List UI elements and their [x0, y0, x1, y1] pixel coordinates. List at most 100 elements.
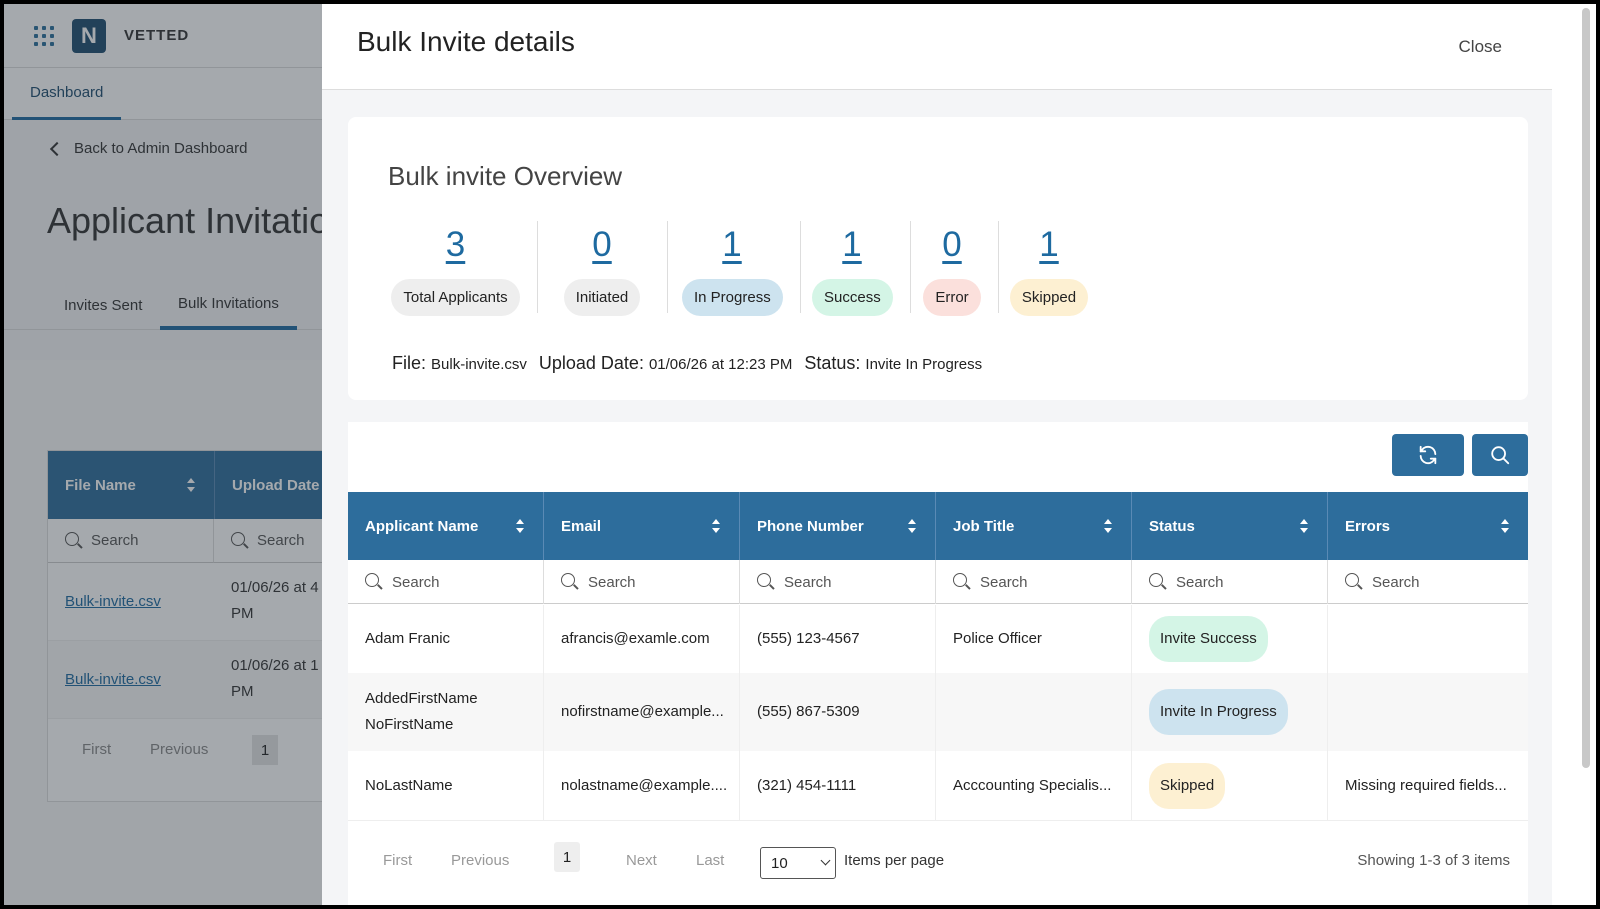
items-per-page-label: Items per page — [844, 852, 945, 869]
column-header-status[interactable]: Status — [1132, 492, 1328, 560]
search-icon — [561, 573, 579, 591]
cell-applicant-name: NoLastName — [348, 751, 544, 820]
stat-total-applicants: 3 Total Applicants — [388, 221, 523, 316]
drawer-title: Bulk Invite details — [357, 26, 575, 57]
stat-skipped: 1 Skipped — [1008, 221, 1090, 316]
search-icon — [953, 573, 971, 591]
stat-label: Success — [812, 279, 893, 316]
cell-applicant-name: AddedFirstName NoFirstName — [348, 673, 544, 751]
stat-value[interactable]: 0 — [558, 221, 646, 273]
search-input[interactable] — [980, 573, 1100, 591]
pager-first[interactable]: First — [383, 852, 412, 869]
pager-next[interactable]: Next — [626, 852, 657, 869]
status-badge: Invite In Progress — [1149, 689, 1288, 735]
stat-label: In Progress — [682, 279, 783, 316]
cell-errors — [1328, 673, 1528, 751]
column-header-email[interactable]: Email — [544, 492, 740, 560]
column-header-label: Phone Number — [757, 517, 864, 535]
stat-value[interactable]: 1 — [682, 221, 782, 273]
cell-phone: (555) 123-4567 — [740, 605, 936, 673]
stat-label: Skipped — [1009, 279, 1089, 316]
stat-value[interactable]: 0 — [922, 221, 982, 273]
cell-email: nolastname@example.... — [544, 751, 740, 820]
pager-current-page[interactable]: 1 — [554, 842, 580, 872]
stat-label: Error — [923, 279, 981, 316]
column-header-job-title[interactable]: Job Title — [936, 492, 1132, 560]
upload-date-label: Upload Date: — [538, 353, 644, 373]
sort-icon[interactable] — [515, 519, 525, 533]
items-per-page-value: 10 — [771, 854, 788, 872]
cell-phone: (321) 454-1111 — [740, 751, 936, 820]
cell-errors: Missing required fields... — [1345, 776, 1507, 794]
status-label: Status: — [804, 353, 861, 373]
stat-value[interactable]: 3 — [388, 221, 523, 273]
sort-icon[interactable] — [907, 519, 917, 533]
overview-title: Bulk invite Overview — [388, 161, 623, 191]
search-input[interactable] — [588, 573, 708, 591]
divider — [667, 221, 668, 313]
search-icon — [1345, 573, 1363, 591]
cell-email: afrancis@examle.com — [544, 605, 740, 673]
items-per-page-select[interactable]: 10 — [760, 847, 836, 879]
status-badge: Skipped — [1149, 762, 1226, 809]
pager-last[interactable]: Last — [696, 852, 724, 869]
refresh-icon — [1419, 445, 1437, 465]
search-input[interactable] — [1176, 573, 1296, 591]
search-toggle-button[interactable] — [1472, 434, 1528, 476]
divider — [800, 221, 801, 313]
search-icon — [365, 573, 383, 591]
stat-value[interactable]: 1 — [812, 221, 892, 273]
table-row: AddedFirstName NoFirstName nofirstname@e… — [348, 673, 1528, 751]
search-input[interactable] — [1372, 573, 1492, 591]
column-header-phone-number[interactable]: Phone Number — [740, 492, 936, 560]
table-header: Applicant Name Email Phone Number Job Ti… — [348, 492, 1528, 560]
cell-status: Skipped — [1132, 751, 1328, 820]
search-applicant-name — [348, 560, 544, 604]
screen: N VETTED Dashboard Back to Admin Dashboa… — [4, 4, 1596, 905]
divider — [998, 221, 999, 313]
divider — [537, 221, 538, 313]
status-value: Invite In Progress — [865, 356, 983, 373]
search-icon — [1149, 573, 1167, 591]
drawer-header: Bulk Invite details Close — [322, 4, 1552, 90]
bulk-invite-details-drawer: Bulk Invite details Close Bulk invite Ov… — [322, 4, 1552, 905]
sort-icon[interactable] — [711, 519, 721, 533]
stat-label: Initiated — [563, 279, 641, 316]
cell-job-title — [936, 673, 1132, 751]
close-button[interactable]: Close — [1459, 37, 1502, 57]
pager-previous[interactable]: Previous — [451, 852, 509, 869]
refresh-button[interactable] — [1392, 434, 1464, 476]
cell-errors — [1328, 605, 1528, 673]
column-search-row — [348, 560, 1528, 604]
sort-icon[interactable] — [1500, 519, 1510, 533]
search-status — [1132, 560, 1328, 604]
search-input[interactable] — [392, 573, 512, 591]
cell-phone: (555) 867-5309 — [740, 673, 936, 751]
scrollbar-thumb[interactable] — [1582, 8, 1590, 768]
column-header-errors[interactable]: Errors — [1328, 492, 1528, 560]
divider — [910, 221, 911, 313]
cell-email: nofirstname@example... — [544, 673, 740, 751]
pagination: First Previous 1 Next Last 10 Items per … — [348, 842, 1528, 882]
overview-card: Bulk invite Overview 3 Total Applicants … — [348, 117, 1528, 400]
chevron-down-icon — [820, 855, 831, 866]
search-icon — [757, 573, 775, 591]
column-header-applicant-name[interactable]: Applicant Name — [348, 492, 544, 560]
sort-icon[interactable] — [1299, 519, 1309, 533]
file-value: Bulk-invite.csv — [431, 356, 527, 373]
search-email — [544, 560, 740, 604]
search-job-title — [936, 560, 1132, 604]
upload-date-value: 01/06/26 at 12:23 PM — [648, 356, 793, 373]
cell-status: Invite In Progress — [1132, 673, 1328, 751]
stat-initiated: 0 Initiated — [558, 221, 646, 316]
column-header-label: Job Title — [953, 517, 1015, 535]
stat-label: Total Applicants — [391, 279, 520, 316]
search-input[interactable] — [784, 573, 904, 591]
sort-icon[interactable] — [1103, 519, 1113, 533]
cell-job-title: Acccounting Specialis... — [936, 751, 1132, 820]
status-badge: Invite Success — [1149, 616, 1268, 662]
stat-value[interactable]: 1 — [1008, 221, 1090, 273]
cell-applicant-name: Adam Franic — [348, 605, 544, 673]
applicants-table-card: Applicant Name Email Phone Number Job Ti… — [348, 422, 1528, 905]
file-meta: File: Bulk-invite.csv Upload Date: 01/06… — [392, 353, 982, 374]
